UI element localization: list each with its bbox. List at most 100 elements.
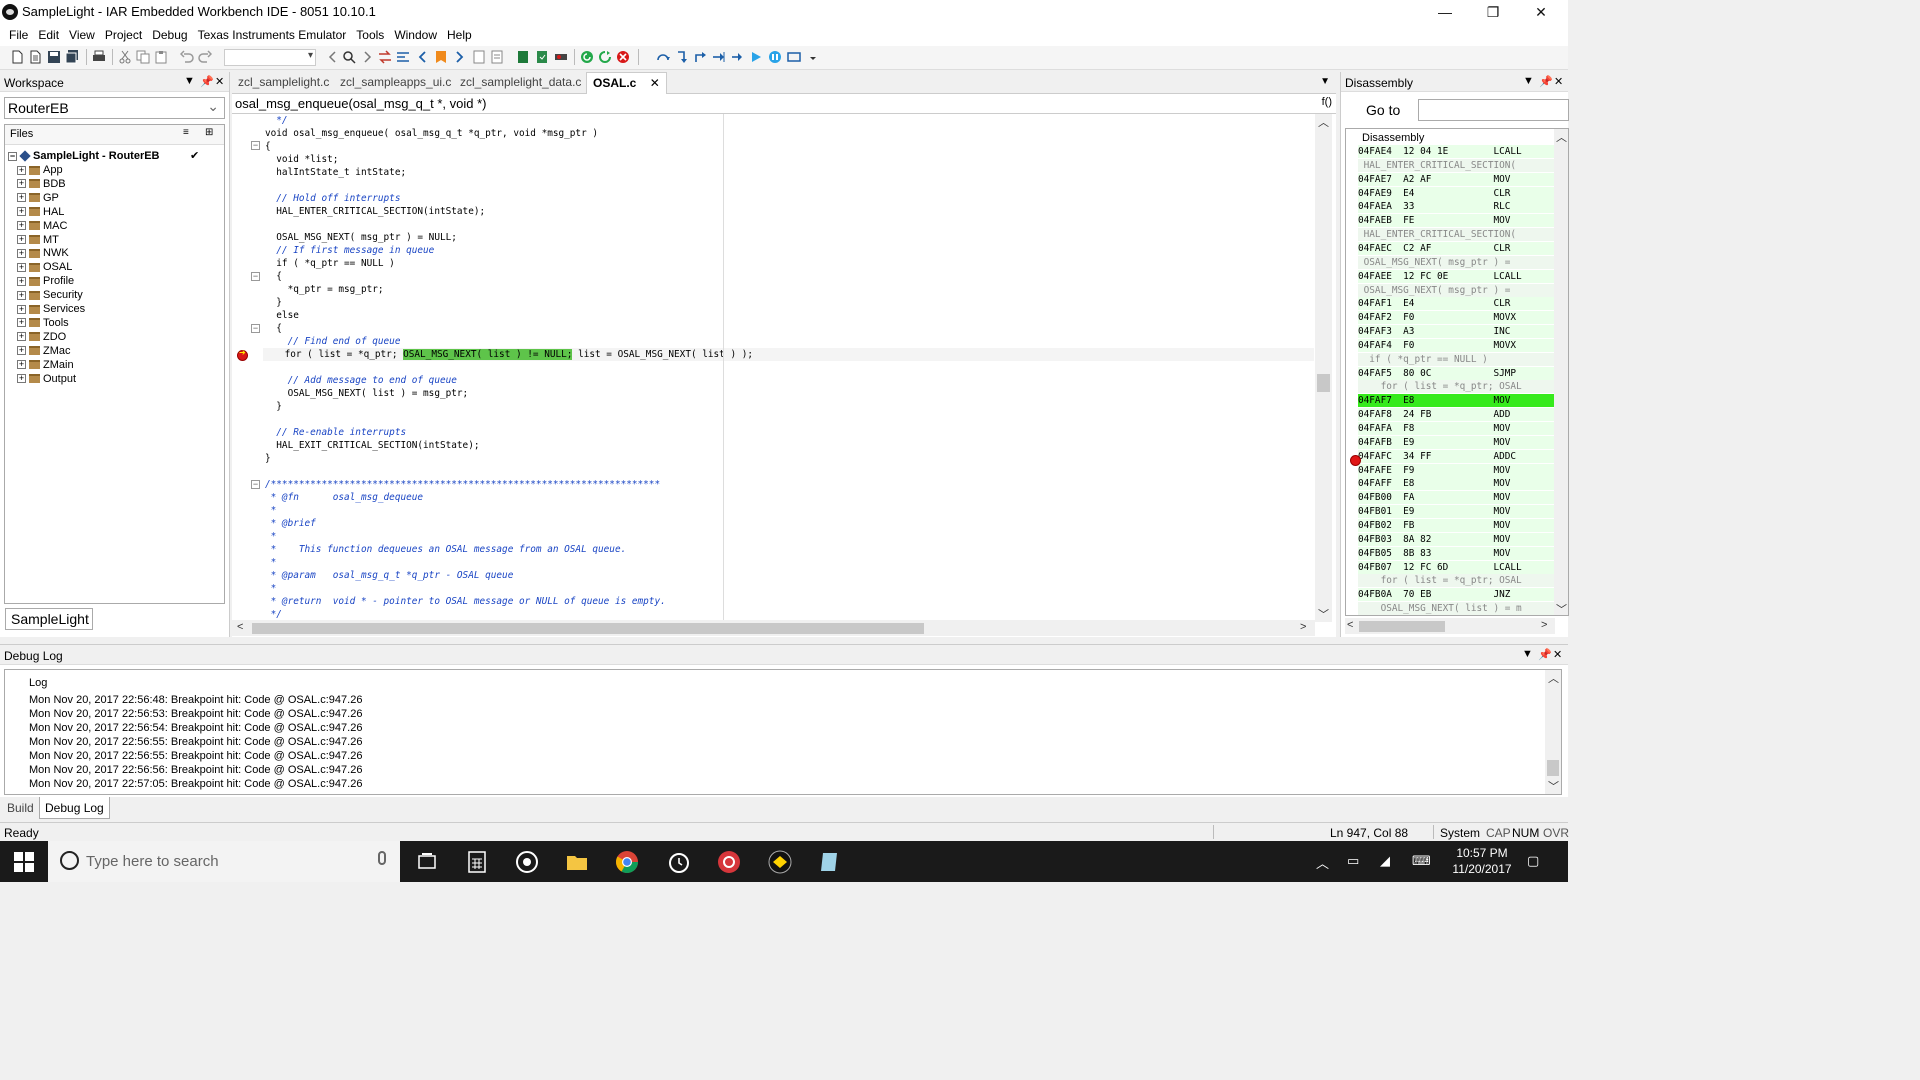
tab-debug-log[interactable]: Debug Log	[39, 797, 110, 819]
disassembly-row[interactable]: 04FAE4 12 04 1E LCALL	[1358, 145, 1568, 158]
fold-collapse-icon[interactable]: −	[251, 480, 260, 489]
disassembly-row[interactable]: 04FB00 FA MOV	[1358, 491, 1568, 505]
fold-collapse-icon[interactable]: −	[251, 272, 260, 281]
battery-icon[interactable]: ▭	[1347, 853, 1359, 869]
options-icon[interactable]: ⊞	[205, 127, 213, 138]
expand-icon[interactable]: +	[17, 346, 26, 356]
taskbar-search[interactable]: Type here to search	[48, 841, 400, 882]
menu-view[interactable]: View	[64, 24, 100, 42]
log-entry[interactable]: Mon Nov 20, 2017 22:57:05: Breakpoint hi…	[29, 777, 362, 791]
keyboard-icon[interactable]: ⌨	[1412, 853, 1431, 869]
log-entry[interactable]: Mon Nov 20, 2017 22:56:53: Breakpoint hi…	[29, 707, 362, 721]
show-hidden-icons-icon[interactable]: ︿	[1316, 853, 1329, 872]
nav-back-icon[interactable]	[416, 50, 430, 64]
log-vertical-scrollbar[interactable]: ︿ ﹀	[1545, 670, 1561, 794]
disassembly-row[interactable]: 04FAEA 33 RLC	[1358, 200, 1568, 214]
tree-folder[interactable]: + HAL	[17, 205, 64, 219]
menu-project[interactable]: Project	[100, 24, 147, 42]
function-list-icon[interactable]: f()	[1322, 96, 1332, 108]
forward-chevron-icon[interactable]	[360, 50, 374, 64]
disassembly-row[interactable]: 04FB0A 70 EB JNZ	[1358, 588, 1568, 602]
disassembly-source-row[interactable]: HAL_ENTER_CRITICAL_SECTION(	[1358, 158, 1568, 172]
save-icon[interactable]	[47, 50, 61, 64]
scroll-left-icon[interactable]: <	[237, 621, 243, 633]
cut-icon[interactable]	[118, 50, 132, 64]
expand-icon[interactable]: +	[17, 374, 26, 384]
function-bar[interactable]: osal_msg_enqueue(osal_msg_q_t *, void *)…	[232, 94, 1336, 114]
new-file-icon[interactable]	[10, 50, 24, 64]
log-entry[interactable]: Mon Nov 20, 2017 22:56:48: Breakpoint hi…	[29, 693, 362, 707]
disassembly-source-row[interactable]: for ( list = *q_ptr; OSAL	[1358, 574, 1568, 588]
toggle-bookmark-icon[interactable]	[434, 50, 448, 64]
save-all-icon[interactable]	[65, 50, 79, 64]
expand-icon[interactable]: +	[17, 290, 26, 300]
disassembly-row[interactable]: 04FB07 12 FC 6D LCALL	[1358, 560, 1568, 574]
disassembly-row[interactable]: 04FAEE 12 FC 0E LCALL	[1358, 269, 1568, 283]
expand-icon[interactable]: +	[17, 276, 26, 286]
disassembly-row[interactable]: 04FAE7 A2 AF MOV	[1358, 172, 1568, 186]
scroll-down-icon[interactable]: ﹀	[1556, 601, 1567, 615]
expand-icon[interactable]: +	[17, 235, 26, 245]
panel-close-icon[interactable]: ✕	[1554, 75, 1563, 88]
scroll-right-icon[interactable]: >	[1300, 621, 1306, 633]
notes-app-icon[interactable]	[817, 849, 843, 875]
menu-window[interactable]: Window	[389, 24, 442, 42]
maximize-button[interactable]: ❐	[1470, 0, 1516, 24]
reset-icon[interactable]	[598, 50, 612, 64]
scroll-up-icon[interactable]: ︿	[1548, 670, 1559, 686]
tree-folder[interactable]: + MT	[17, 233, 59, 247]
tab-build[interactable]: Build	[7, 801, 34, 815]
collapse-icon[interactable]: −	[8, 151, 17, 161]
log-entry[interactable]: Mon Nov 20, 2017 22:56:55: Breakpoint hi…	[29, 735, 362, 749]
windows-start-icon[interactable]	[14, 852, 34, 872]
panel-close-icon[interactable]: ✕	[215, 75, 224, 88]
tree-folder[interactable]: + Output	[17, 372, 76, 386]
panel-menu-icon[interactable]: ▼	[1522, 648, 1533, 660]
expand-icon[interactable]: +	[17, 165, 26, 175]
configuration-select[interactable]: RouterEB	[4, 97, 225, 119]
disassembly-row[interactable]: 04FAF2 F0 MOVX	[1358, 311, 1568, 325]
menu-ti-emulator[interactable]: Texas Instruments Emulator	[193, 24, 352, 42]
editor-horizontal-scrollbar[interactable]: < >	[232, 620, 1315, 636]
file-explorer-icon[interactable]	[564, 849, 590, 875]
goto-input[interactable]	[1418, 99, 1569, 121]
copy-icon[interactable]	[136, 50, 150, 64]
microphone-icon[interactable]	[378, 851, 386, 865]
step-out-icon[interactable]	[693, 50, 707, 64]
task-view-icon[interactable]	[414, 849, 440, 875]
scroll-down-icon[interactable]: ﹀	[1318, 606, 1329, 622]
disassembly-source-row[interactable]: HAL_ENTER_CRITICAL_SECTION(	[1358, 228, 1568, 242]
redo-icon[interactable]	[198, 50, 212, 64]
undo-icon[interactable]	[180, 50, 194, 64]
new-doc-icon[interactable]	[28, 50, 42, 64]
disassembly-current-row[interactable]: 04FAF7 E8 MOV	[1358, 394, 1568, 408]
goto-line-icon[interactable]	[396, 50, 410, 64]
expand-icon[interactable]: +	[17, 262, 26, 272]
toolbar-overflow-icon[interactable]	[806, 50, 820, 64]
debug-without-download-icon[interactable]	[535, 50, 549, 64]
snipping-tool-icon[interactable]	[716, 849, 742, 875]
workspace-tab[interactable]: SampleLight	[5, 608, 93, 630]
code-area[interactable]: */ void osal_msg_enqueue( osal_msg_q_t *q…	[263, 114, 1315, 622]
tab-osal[interactable]: OSAL.c ✕	[586, 72, 667, 94]
expand-icon[interactable]: +	[17, 304, 26, 314]
fold-collapse-icon[interactable]: −	[251, 324, 260, 333]
disassembly-row[interactable]: 04FAFE F9 MOV	[1358, 463, 1568, 477]
tree-folder[interactable]: + Profile	[17, 274, 74, 288]
menu-tools[interactable]: Tools	[351, 24, 389, 42]
stop-debug-icon[interactable]	[616, 50, 630, 64]
breakpoint-current-icon[interactable]	[237, 348, 248, 361]
menu-debug[interactable]: Debug	[147, 24, 192, 42]
scroll-up-icon[interactable]: ︿	[1318, 114, 1329, 130]
run-to-cursor-icon[interactable]	[730, 50, 744, 64]
pin-icon[interactable]: 📌	[1538, 648, 1552, 661]
pin-icon[interactable]: 📌	[200, 75, 214, 88]
expand-icon[interactable]: +	[17, 193, 26, 203]
expand-icon[interactable]: +	[17, 179, 26, 189]
tab-zcl-samplelight[interactable]: zcl_samplelight.c	[238, 75, 329, 89]
alarm-clock-icon[interactable]	[666, 849, 692, 875]
disassembly-source-row[interactable]: for ( list = *q_ptr; OSAL	[1358, 380, 1568, 394]
next-statement-icon[interactable]	[711, 50, 725, 64]
disassembly-vertical-scrollbar[interactable]: ︿ ﹀	[1554, 129, 1568, 615]
disassembly-row[interactable]: 04FAFA F8 MOV	[1358, 422, 1568, 435]
